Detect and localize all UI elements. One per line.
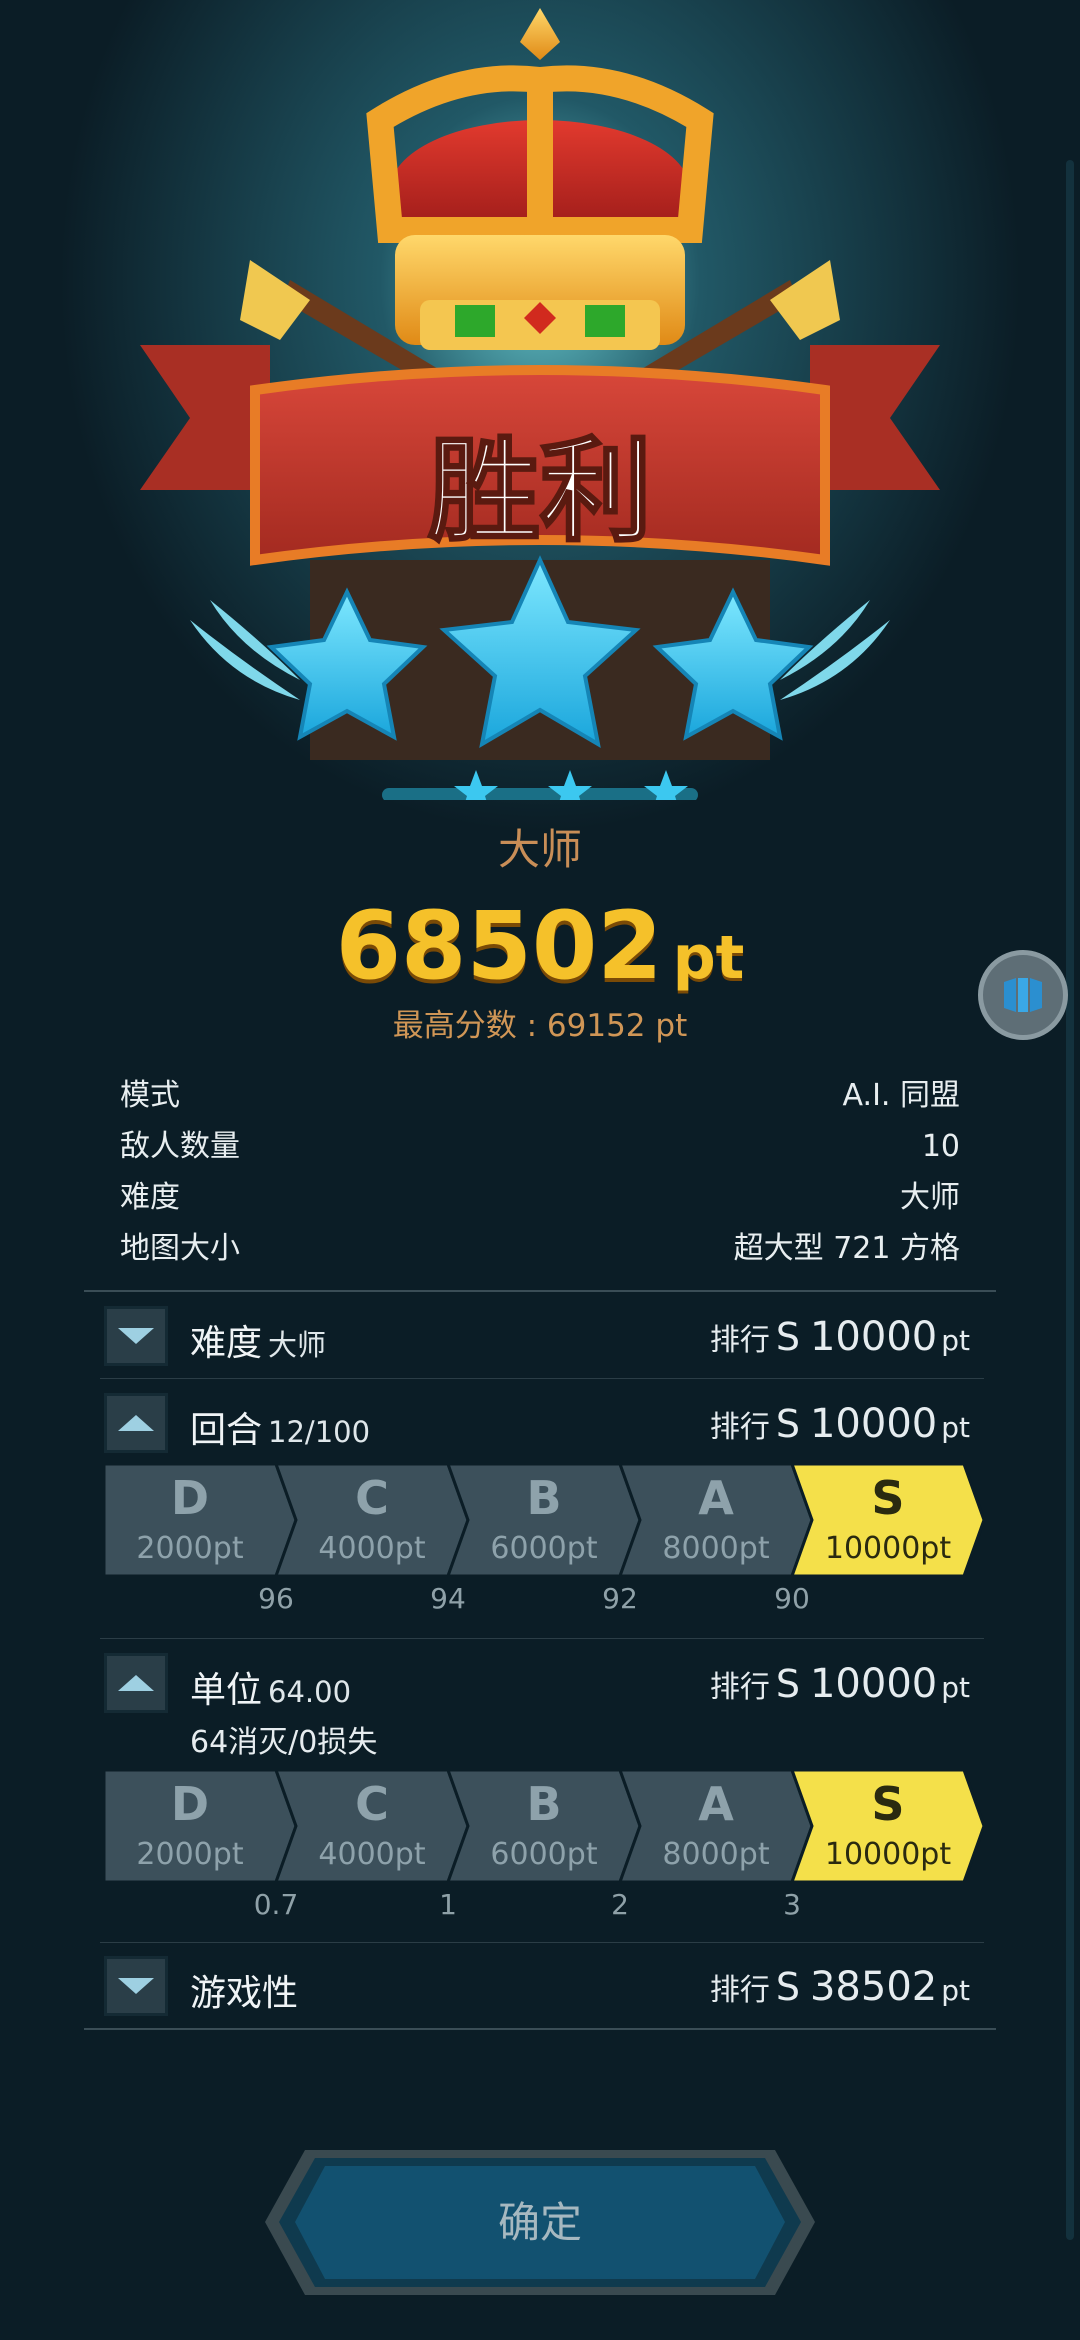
divider xyxy=(84,1290,996,1292)
section-units: 单位 64.00 排行 S 10000 pt 64消灭/0损失 xyxy=(104,1653,970,1760)
chevron-up-icon xyxy=(118,1415,154,1431)
final-score: 68502 pt xyxy=(0,892,1080,1001)
tier-letter: B xyxy=(526,1471,561,1525)
info-row-mode: 模式 A.I. 同盟 xyxy=(120,1070,960,1121)
info-value: 10 xyxy=(921,1129,960,1164)
info-label: 模式 xyxy=(120,1078,180,1113)
section-title: 难度 大师 xyxy=(190,1323,327,1364)
tier-s: S 10000pt xyxy=(790,1464,984,1576)
score-value: 68502 xyxy=(335,892,663,1001)
section-gameplay: 游戏性 排行 S 38502 pt xyxy=(104,1956,970,2020)
grade-scale-units: D 2000pt C 4000pt B 6000pt A 8000pt S 10000pt xyxy=(104,1770,984,1882)
score-unit: pt xyxy=(672,923,745,993)
crown-icon xyxy=(366,8,714,350)
section-detail: 64消灭/0损失 xyxy=(190,1725,378,1760)
view-toggle-icon xyxy=(1004,978,1042,1012)
threshold-value: 94 xyxy=(430,1582,466,1615)
tier-points: 10000pt xyxy=(825,1837,951,1872)
section-rank: 排行 S 10000 pt xyxy=(709,1401,970,1447)
threshold-value: 1 xyxy=(439,1888,457,1921)
divider xyxy=(84,2028,996,2030)
tier-c: C 4000pt xyxy=(274,1770,470,1882)
info-value: A.I. 同盟 xyxy=(842,1078,960,1113)
threshold-value: 0.7 xyxy=(253,1888,299,1921)
tier-letter: S xyxy=(871,1471,904,1525)
tier-d: D 2000pt xyxy=(104,1464,298,1576)
section-rank: 排行 S 10000 pt xyxy=(709,1661,970,1707)
info-value: 超大型 721 方格 xyxy=(733,1231,960,1266)
threshold-value: 92 xyxy=(602,1582,638,1615)
tier-letter: D xyxy=(171,1471,209,1525)
threshold-value: 3 xyxy=(783,1888,801,1921)
tier-points: 2000pt xyxy=(136,1837,243,1872)
rank-label: 大师 xyxy=(497,825,582,874)
info-label: 敌人数量 xyxy=(120,1129,240,1164)
tier-s: S 10000pt xyxy=(790,1770,984,1882)
tier-b: B 6000pt xyxy=(446,1464,642,1576)
section-title: 回合 12/100 xyxy=(190,1410,371,1451)
tier-letter: A xyxy=(698,1777,734,1831)
threshold-ticks-turns: 96 94 92 90 xyxy=(104,1582,984,1622)
victory-title: 胜利 xyxy=(428,427,652,557)
tier-a: A 8000pt xyxy=(618,1770,814,1882)
info-value: 大师 xyxy=(900,1180,960,1215)
chevron-up-icon xyxy=(118,1675,154,1691)
tier-points: 6000pt xyxy=(490,1531,597,1566)
tier-points: 4000pt xyxy=(318,1531,425,1566)
chevron-down-icon xyxy=(118,1328,154,1344)
tier-c: C 4000pt xyxy=(274,1464,470,1576)
threshold-value: 90 xyxy=(774,1582,810,1615)
section-rank: 排行 S 38502 pt xyxy=(709,1964,970,2010)
info-label: 地图大小 xyxy=(120,1231,240,1266)
info-row-map-size: 地图大小 超大型 721 方格 xyxy=(120,1223,960,1274)
divider xyxy=(100,1942,984,1943)
threshold-value: 2 xyxy=(611,1888,629,1921)
section-rank: 排行 S 10000 pt xyxy=(709,1314,970,1360)
divider xyxy=(100,1378,984,1379)
best-score: 最高分数 : 69152 pt xyxy=(392,1008,688,1044)
info-row-difficulty: 难度 大师 xyxy=(120,1172,960,1223)
rank-progress-bar xyxy=(382,770,698,812)
threshold-value: 96 xyxy=(258,1582,294,1615)
tier-letter: D xyxy=(171,1777,209,1831)
threshold-ticks-units: 0.7 1 2 3 xyxy=(104,1888,984,1928)
tier-points: 4000pt xyxy=(318,1837,425,1872)
chevron-down-icon xyxy=(118,1978,154,1994)
section-title: 游戏性 xyxy=(190,1973,299,2014)
confirm-button[interactable]: 确定 xyxy=(265,2150,815,2295)
tier-b: B 6000pt xyxy=(446,1770,642,1882)
info-label: 难度 xyxy=(120,1180,180,1215)
collapse-toggle-turns[interactable] xyxy=(104,1393,168,1453)
match-info: 模式 A.I. 同盟 敌人数量 10 难度 大师 地图大小 超大型 721 方格 xyxy=(120,1070,960,1274)
tier-letter: S xyxy=(871,1777,904,1831)
expand-toggle-gameplay[interactable] xyxy=(104,1956,168,2016)
confirm-label: 确定 xyxy=(497,2198,582,2247)
collapse-toggle-units[interactable] xyxy=(104,1653,168,1713)
grade-scale-turns: D 2000pt C 4000pt B 6000pt A 8000pt S 10000pt xyxy=(104,1464,984,1576)
tier-letter: B xyxy=(526,1777,561,1831)
tier-a: A 8000pt xyxy=(618,1464,814,1576)
tier-points: 10000pt xyxy=(825,1531,951,1566)
tier-points: 8000pt xyxy=(662,1531,769,1566)
view-toggle-button[interactable] xyxy=(978,950,1068,1040)
section-title: 单位 64.00 xyxy=(190,1670,352,1711)
tier-d: D 2000pt xyxy=(104,1770,298,1882)
info-row-enemies: 敌人数量 10 xyxy=(120,1121,960,1172)
divider xyxy=(100,1638,984,1639)
section-turns: 回合 12/100 排行 S 10000 pt xyxy=(104,1393,970,1457)
tier-letter: C xyxy=(355,1471,389,1525)
section-difficulty: 难度 大师 排行 S 10000 pt xyxy=(104,1306,970,1370)
tier-points: 2000pt xyxy=(136,1531,243,1566)
tier-letter: A xyxy=(698,1471,734,1525)
tier-points: 6000pt xyxy=(490,1837,597,1872)
expand-toggle-difficulty[interactable] xyxy=(104,1306,168,1366)
tier-letter: C xyxy=(355,1777,389,1831)
victory-emblem: 胜利 xyxy=(0,0,1080,812)
tier-points: 8000pt xyxy=(662,1837,769,1872)
